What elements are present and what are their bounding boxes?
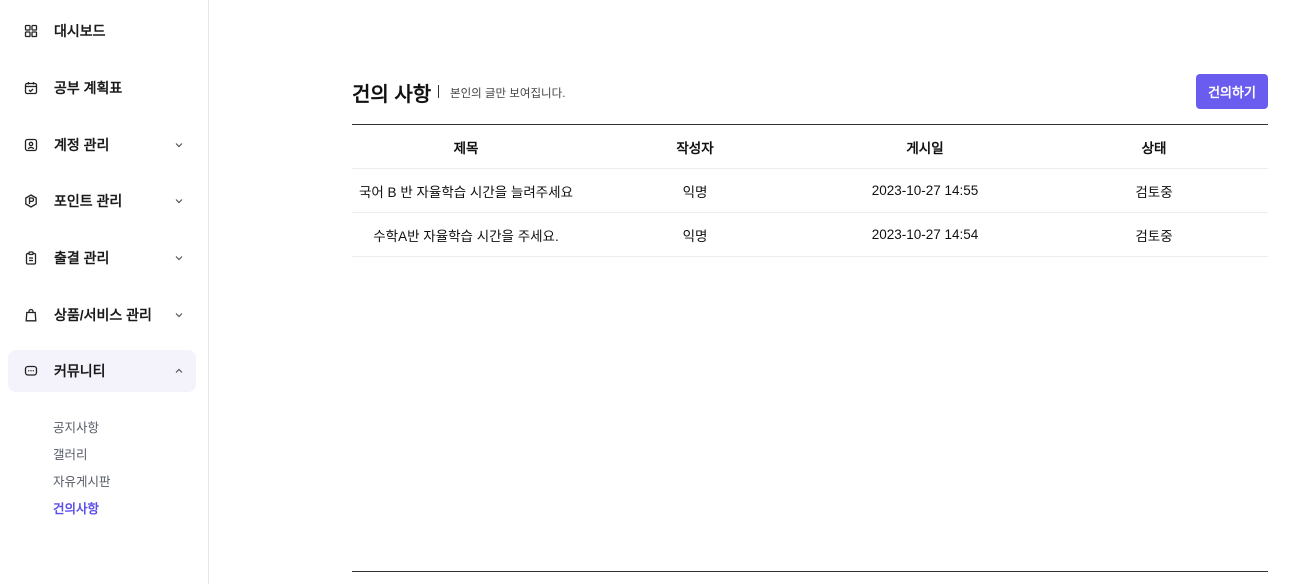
chevron-down-icon bbox=[174, 310, 184, 320]
row-title[interactable]: 국어 B 반 자율학습 시간을 늘려주세요 bbox=[352, 181, 580, 201]
chevron-up-icon bbox=[174, 366, 184, 376]
sidebar-item-label: 공부 계획표 bbox=[54, 80, 123, 96]
sidebar-item-label: 포인트 관리 bbox=[54, 193, 123, 209]
table-row[interactable]: 국어 B 반 자율학습 시간을 늘려주세요 익명 2023-10-27 14:5… bbox=[352, 169, 1268, 213]
sidebar: 대시보드 공부 계획표 계정 관리 포인트 관리 출결 관리 상품/서비스 관리… bbox=[0, 0, 209, 584]
sidebar-subitem-gallery[interactable]: 갤러리 bbox=[53, 444, 88, 463]
sidebar-item-label: 출결 관리 bbox=[54, 250, 110, 266]
sidebar-item-point-management[interactable]: 포인트 관리 bbox=[8, 180, 196, 222]
sidebar-item-label: 계정 관리 bbox=[54, 137, 110, 153]
column-header-author: 작성자 bbox=[676, 140, 714, 156]
clipboard-icon bbox=[24, 251, 38, 265]
sidebar-item-product-service-management[interactable]: 상품/서비스 관리 bbox=[8, 294, 196, 336]
row-status: 검토중 bbox=[1135, 228, 1173, 244]
sidebar-item-label: 대시보드 bbox=[54, 23, 106, 39]
chevron-down-icon bbox=[174, 253, 184, 263]
user-card-icon bbox=[24, 138, 38, 152]
title-divider bbox=[438, 85, 439, 98]
sidebar-item-study-planner[interactable]: 공부 계획표 bbox=[8, 67, 196, 109]
chat-bubble-icon bbox=[24, 364, 38, 378]
sidebar-subitem-free-board[interactable]: 자유게시판 bbox=[53, 471, 111, 490]
row-status: 검토중 bbox=[1135, 184, 1173, 200]
table-header-row: 제목 작성자 게시일 상태 bbox=[352, 125, 1268, 169]
page-title: 건의 사항 bbox=[352, 84, 432, 106]
suggestions-table: 제목 작성자 게시일 상태 국어 B 반 자율학습 시간을 늘려주세요 익명 2… bbox=[352, 124, 1268, 257]
shopping-bag-icon bbox=[24, 308, 38, 322]
sidebar-subitem-notices[interactable]: 공지사항 bbox=[53, 417, 99, 436]
sidebar-item-label: 상품/서비스 관리 bbox=[54, 307, 152, 323]
column-header-date: 게시일 bbox=[906, 140, 944, 156]
sidebar-item-account-management[interactable]: 계정 관리 bbox=[8, 124, 196, 166]
row-author: 익명 bbox=[682, 228, 708, 244]
grid-icon bbox=[24, 24, 38, 38]
row-author: 익명 bbox=[682, 184, 708, 200]
write-suggestion-button[interactable]: 건의하기 bbox=[1196, 74, 1268, 109]
table-bottom-divider bbox=[352, 571, 1268, 572]
sidebar-item-attendance-management[interactable]: 출결 관리 bbox=[8, 237, 196, 279]
column-header-title: 제목 bbox=[453, 140, 479, 156]
row-date: 2023-10-27 14:54 bbox=[871, 227, 979, 242]
row-date: 2023-10-27 14:55 bbox=[871, 183, 979, 198]
calendar-icon bbox=[24, 81, 38, 95]
sidebar-item-label: 커뮤니티 bbox=[54, 363, 106, 379]
chevron-down-icon bbox=[174, 140, 184, 150]
sidebar-item-community[interactable]: 커뮤니티 bbox=[8, 350, 196, 392]
sidebar-item-dashboard[interactable]: 대시보드 bbox=[8, 10, 196, 52]
sidebar-subitem-suggestions[interactable]: 건의사항 bbox=[53, 498, 99, 517]
table-row[interactable]: 수학A반 자율학습 시간을 주세요. 익명 2023-10-27 14:54 검… bbox=[352, 213, 1268, 257]
column-header-status: 상태 bbox=[1141, 140, 1167, 156]
row-title[interactable]: 수학A반 자율학습 시간을 주세요. bbox=[352, 225, 580, 245]
page-subtitle: 본인의 글만 보여집니다. bbox=[450, 88, 566, 100]
point-coin-icon bbox=[24, 194, 38, 208]
chevron-down-icon bbox=[174, 196, 184, 206]
